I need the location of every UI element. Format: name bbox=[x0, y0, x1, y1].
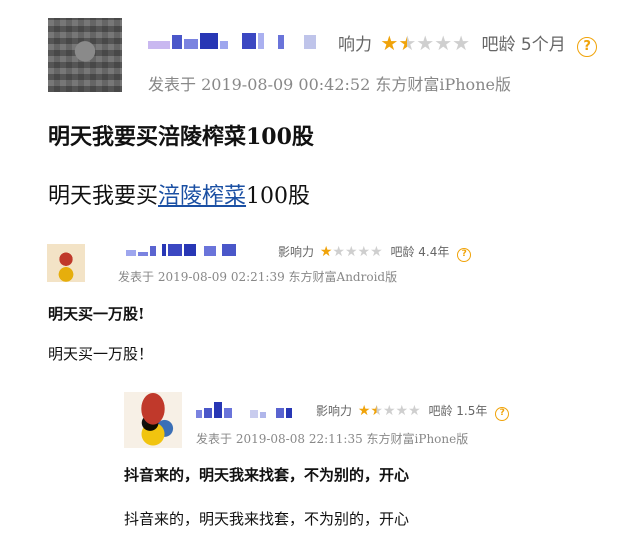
influence-label: 影响力 bbox=[278, 245, 315, 259]
influence-stars: ★★★★★ bbox=[358, 403, 421, 419]
post-timestamp: 发表于 2019-08-09 02:21:39 东方财富Android版 bbox=[118, 270, 398, 284]
star-empty-icon: ★ bbox=[382, 403, 396, 419]
avatar[interactable] bbox=[47, 244, 85, 282]
username-redacted[interactable] bbox=[126, 240, 238, 256]
influence-stars: ★★★★★ bbox=[320, 244, 383, 260]
post-body: 明天买一万股！ bbox=[48, 345, 154, 363]
star-empty-icon: ★ bbox=[332, 244, 345, 260]
star-empty-icon: ★ bbox=[452, 31, 471, 55]
star-empty-icon: ★ bbox=[344, 244, 358, 260]
post-body: 抖音来的，明天我来找套，不为别的，开心 bbox=[124, 510, 410, 528]
star-full-icon: ★ bbox=[357, 403, 371, 419]
username-redacted[interactable] bbox=[148, 33, 318, 49]
star-empty-icon: ★ bbox=[434, 31, 453, 55]
star-half-icon: ★ bbox=[370, 403, 383, 419]
help-icon[interactable]: ? bbox=[577, 37, 598, 57]
stock-link[interactable]: 涪陵榨菜 bbox=[158, 184, 246, 209]
star-empty-icon: ★ bbox=[357, 244, 371, 260]
avatar-image bbox=[124, 392, 182, 448]
avatar[interactable] bbox=[48, 18, 122, 92]
star-full-icon: ★ bbox=[319, 244, 333, 260]
post-title: 抖音来的，明天我来找套，不为别的，开心 bbox=[124, 466, 410, 484]
influence-label: 响力 bbox=[338, 35, 372, 55]
help-icon[interactable]: ? bbox=[495, 407, 510, 421]
post-timestamp: 发表于 2019-08-08 22:11:35 东方财富iPhone版 bbox=[196, 432, 469, 446]
account-age: 吧龄 1.5年 bbox=[428, 404, 488, 418]
user-meta: 响力 ★★★★★ 吧龄 5个月 ? bbox=[338, 30, 598, 57]
post-3: 影响力 ★★★★★ 吧龄 1.5年 ? 发表于 2019-08-08 22:11… bbox=[110, 380, 540, 543]
help-icon[interactable]: ? bbox=[457, 248, 472, 262]
avatar-image bbox=[48, 18, 122, 92]
avatar-image bbox=[47, 244, 85, 282]
post-title: 明天我要买涪陵榨菜100股 bbox=[48, 124, 314, 150]
post-body-text-suffix: 100股 bbox=[246, 184, 311, 209]
avatar[interactable] bbox=[124, 392, 182, 448]
star-empty-icon: ★ bbox=[408, 403, 421, 419]
post-timestamp: 发表于 2019-08-09 00:42:52 东方财富iPhone版 bbox=[148, 75, 511, 94]
star-empty-icon: ★ bbox=[370, 244, 383, 260]
post-2: 影响力 ★★★★★ 吧龄 4.4年 ? 发表于 2019-08-09 02:21… bbox=[30, 230, 500, 380]
star-full-icon: ★ bbox=[380, 31, 399, 55]
account-age: 吧龄 4.4年 bbox=[390, 245, 450, 259]
account-age: 吧龄 5个月 bbox=[481, 35, 566, 55]
star-empty-icon: ★ bbox=[395, 403, 409, 419]
influence-label: 影响力 bbox=[316, 404, 353, 418]
post-body: 明天我要买涪陵榨菜100股 bbox=[48, 178, 310, 210]
user-meta: 影响力 ★★★★★ 吧龄 1.5年 ? bbox=[316, 402, 510, 421]
influence-stars: ★★★★★ bbox=[380, 31, 470, 55]
post-1: 响力 ★★★★★ 吧龄 5个月 ? 发表于 2019-08-09 00:42:5… bbox=[0, 0, 640, 230]
user-meta: 影响力 ★★★★★ 吧龄 4.4年 ? bbox=[278, 243, 472, 262]
star-empty-icon: ★ bbox=[416, 31, 435, 55]
star-half-icon: ★ bbox=[398, 31, 417, 55]
username-redacted[interactable] bbox=[196, 402, 294, 418]
post-title: 明天买一万股! bbox=[48, 305, 145, 323]
post-body-text: 明天我要买 bbox=[48, 184, 159, 209]
